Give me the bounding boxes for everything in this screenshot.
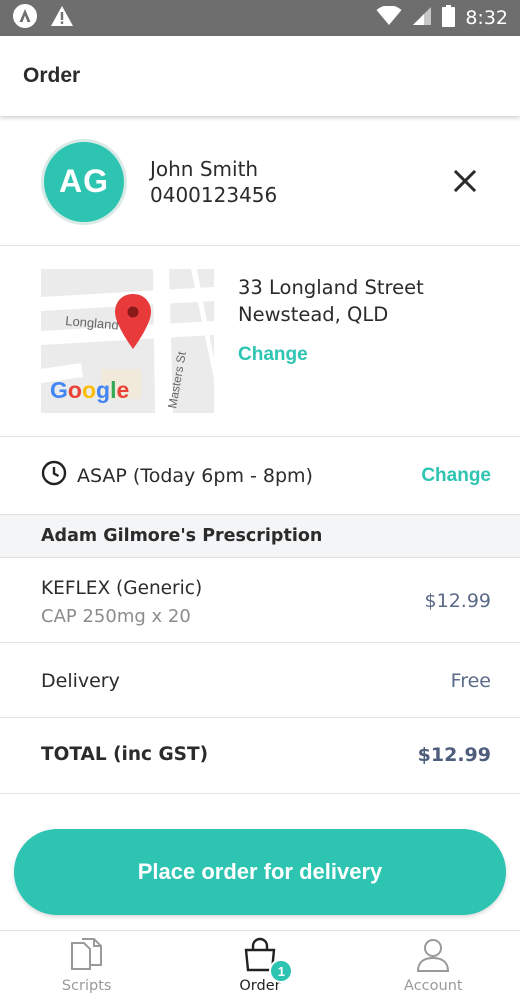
status-time: 8:32 (465, 7, 508, 29)
total-price: $12.99 (417, 744, 491, 766)
item-price: $12.99 (424, 590, 491, 612)
google-logo: Google (50, 377, 129, 403)
wifi-icon (376, 4, 402, 31)
order-count-badge: 1 (269, 959, 294, 983)
delivery-fee-row: Delivery Free (0, 643, 520, 718)
warning-icon (50, 5, 74, 32)
app-notification-icon (12, 3, 38, 34)
list-item: KEFLEX (Generic) CAP 250mg x 20 $12.99 (0, 558, 520, 643)
battery-icon (442, 4, 456, 32)
page-title: Order (23, 64, 81, 87)
delivery-address: 33 Longland Street Newstead, QLD (238, 274, 424, 328)
item-detail: CAP 250mg x 20 (41, 606, 191, 627)
customer-info: John Smith 0400123456 (150, 156, 277, 208)
nav-item-order[interactable]: 1 Order (173, 931, 346, 1000)
delivery-label: Delivery (41, 670, 120, 692)
nav-item-scripts[interactable]: Scripts (0, 931, 173, 1000)
signal-icon (412, 6, 432, 31)
customer-phone: 0400123456 (150, 182, 278, 207)
map-thumbnail[interactable]: Longland Masters St Google (41, 269, 214, 413)
change-address-link[interactable]: Change (238, 344, 308, 366)
status-bar: 8:32 (0, 0, 520, 36)
address-line-2: Newstead, QLD (238, 303, 389, 326)
nav-item-account[interactable]: Account (347, 931, 520, 1000)
total-label: TOTAL (inc GST) (41, 744, 209, 765)
total-row: TOTAL (inc GST) $12.99 (0, 718, 520, 794)
user-icon (417, 939, 450, 972)
delivery-price: Free (450, 670, 491, 692)
place-order-button[interactable]: Place order for delivery (14, 829, 506, 915)
close-icon (453, 169, 477, 193)
clock-icon (41, 460, 67, 491)
bottom-nav: Scripts 1 Order Account (0, 930, 520, 1000)
prescription-header: Adam Gilmore's Prescription (0, 515, 520, 558)
customer-name: John Smith (150, 156, 259, 181)
documents-icon (70, 938, 102, 970)
address-section: Longland Masters St Google 33 Longland S… (0, 247, 520, 437)
nav-label-account: Account (404, 978, 463, 994)
address-line-1: 33 Longland Street (238, 276, 424, 299)
avatar: AG (41, 138, 127, 225)
close-button[interactable] (450, 166, 480, 196)
item-name: KEFLEX (Generic) (41, 578, 203, 599)
delivery-time-row: ASAP (Today 6pm - 8pm) Change (0, 437, 520, 515)
change-time-link[interactable]: Change (421, 465, 491, 487)
app-bar: Order (0, 36, 520, 116)
delivery-time-text: ASAP (Today 6pm - 8pm) (77, 464, 313, 487)
status-notifications (12, 3, 74, 34)
nav-label-scripts: Scripts (61, 978, 112, 994)
customer-section: AG John Smith 0400123456 (0, 118, 520, 246)
